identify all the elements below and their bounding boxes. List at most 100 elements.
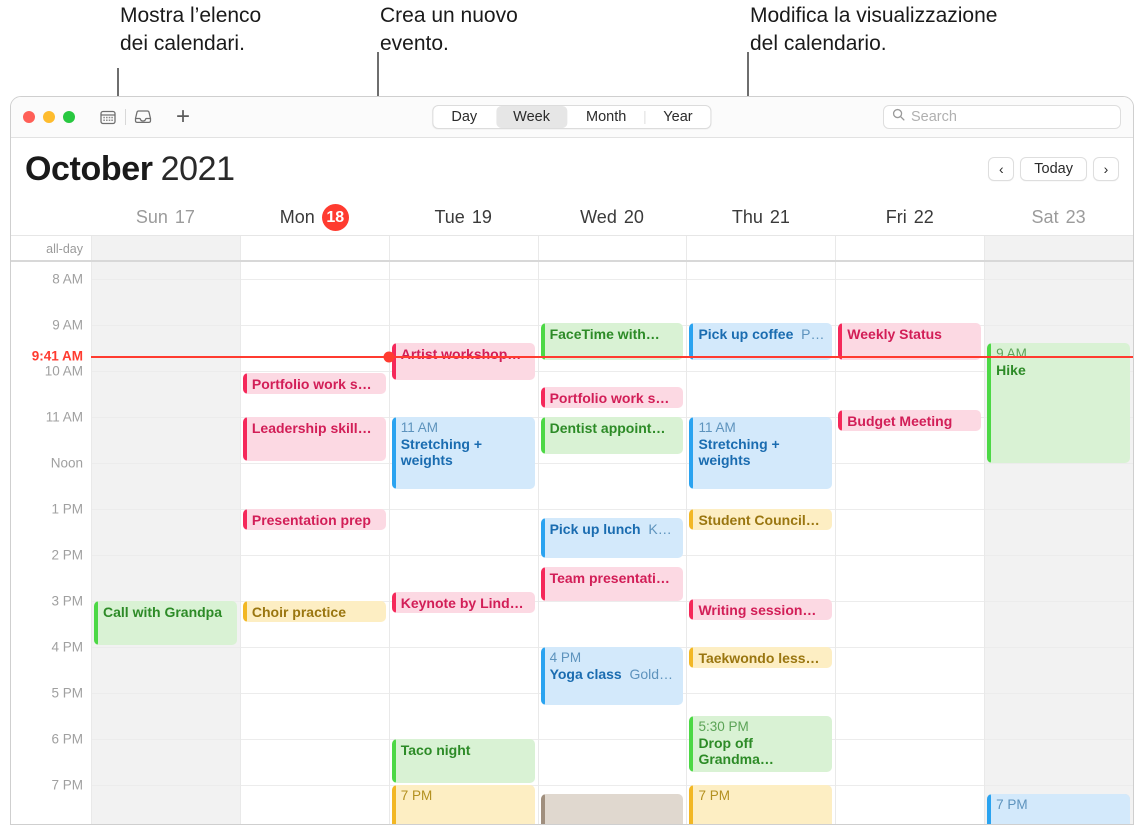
day-header-mon[interactable]: Mon 18 <box>240 204 389 231</box>
time-label: 2 PM <box>51 547 83 563</box>
calendar-event[interactable]: 11 AM Stretching + weights <box>689 417 833 489</box>
tab-month[interactable]: Month <box>569 106 643 128</box>
day-column-mon[interactable]: Portfolio work s… Leadership skill… Presen… <box>239 262 389 824</box>
calendar-event[interactable]: 7 PM <box>689 785 833 824</box>
all-day-cell[interactable] <box>686 236 835 260</box>
day-name: Wed <box>580 207 617 227</box>
hour-gridline <box>389 555 538 556</box>
calendar-event[interactable]: Pick up lunch K… <box>540 518 684 558</box>
all-day-cell[interactable] <box>388 236 538 260</box>
hour-gridline <box>92 785 240 786</box>
tab-day[interactable]: Day <box>434 106 494 128</box>
tab-year[interactable]: Year <box>646 106 709 128</box>
hour-gridline <box>836 785 985 786</box>
calendar-event[interactable] <box>540 794 684 824</box>
calendar-event[interactable]: Keynote by Lind… <box>391 591 535 613</box>
event-color-bar <box>540 322 545 360</box>
day-header-tue[interactable]: Tue 19 <box>389 204 538 231</box>
calendar-event[interactable]: Leadership skill… <box>242 417 386 461</box>
day-column-sat[interactable]: 9 AMHike7 PM7 PM <box>984 262 1133 824</box>
day-name: Fri <box>885 207 907 227</box>
all-day-cell[interactable] <box>984 236 1133 260</box>
calendar-event[interactable]: Call with Grandpa <box>94 601 237 645</box>
event-title: Weekly Status <box>847 325 942 342</box>
day-header-sat[interactable]: Sat 23 <box>984 204 1133 231</box>
event-title: FaceTime with… <box>549 325 660 342</box>
close-button[interactable] <box>23 111 35 123</box>
calendar-event[interactable]: Presentation prep <box>242 509 386 530</box>
event-color-bar <box>94 601 98 645</box>
day-column-thu[interactable]: Pick up coffee P… 11 AM Stretching + weigh… <box>686 262 836 824</box>
calendar-event[interactable]: Student Council… <box>689 509 833 530</box>
hour-gridline <box>985 693 1133 694</box>
day-column-tue[interactable]: Artist workshop… 11 AM Stretching + weight… <box>388 262 538 824</box>
event-time: 7 PM <box>698 788 730 803</box>
minimize-button[interactable] <box>43 111 55 123</box>
next-week-button[interactable]: › <box>1093 157 1119 181</box>
event-color-bar <box>391 417 396 489</box>
calendar-titlebar: October 2021 ‹ Today › <box>11 138 1133 200</box>
event-color-bar <box>540 794 545 824</box>
current-time-dot <box>383 351 395 363</box>
calendar-event[interactable]: Writing session… <box>689 598 833 620</box>
calendar-event[interactable]: 5:30 PM Drop off Grandma… <box>689 716 833 772</box>
event-color-bar <box>391 591 396 613</box>
all-day-cell[interactable] <box>835 236 984 260</box>
day-column-wed[interactable]: FaceTime with… Portfolio work s… Dentist a… <box>537 262 687 824</box>
day-columns: Call with Grandpa Portfolio work s… Leader… <box>91 262 1133 824</box>
calendar-event[interactable]: Pick up coffee P… <box>689 322 833 360</box>
event-color-bar <box>540 387 545 409</box>
event-time: 11 AM <box>400 420 438 435</box>
add-event-button[interactable]: + <box>172 105 194 129</box>
calendar-event[interactable]: Artist workshop… <box>391 343 535 381</box>
day-column-fri[interactable]: Weekly Status Budget Meeting <box>835 262 985 824</box>
all-day-cell[interactable] <box>91 236 240 260</box>
hour-gridline <box>240 325 389 326</box>
event-color-bar <box>242 509 247 530</box>
calendar-icon[interactable] <box>97 106 119 128</box>
maximize-button[interactable] <box>63 111 75 123</box>
hour-gridline <box>92 739 240 740</box>
calendar-event[interactable]: Taco night <box>391 739 535 783</box>
calendar-event[interactable]: Portfolio work s… <box>242 373 386 395</box>
event-title: Portfolio work s… <box>251 376 372 393</box>
tab-week[interactable]: Week <box>496 106 567 128</box>
calendar-event[interactable]: FaceTime with… <box>540 322 684 360</box>
calendar-event[interactable]: Weekly Status <box>838 322 982 360</box>
day-header-fri[interactable]: Fri 22 <box>835 204 984 231</box>
calendar-event[interactable]: Dentist appoint… <box>540 417 684 455</box>
calendar-event[interactable]: 9 AM Hike <box>987 343 1131 464</box>
event-title: Taekwondo less… <box>698 650 820 666</box>
time-label: 9 AM <box>52 317 83 333</box>
inbox-icon[interactable] <box>132 106 154 128</box>
calendar-event[interactable]: Choir practice <box>242 601 386 622</box>
calendar-event[interactable]: Taekwondo less… <box>689 647 833 668</box>
hour-gridline <box>240 463 389 464</box>
previous-week-button[interactable]: ‹ <box>988 157 1015 181</box>
calendar-event[interactable]: Portfolio work s… <box>540 387 684 409</box>
today-button[interactable]: Today <box>1020 157 1087 181</box>
event-title: Drop off Grandma… <box>698 735 774 767</box>
calendar-event[interactable]: 7 PM <box>987 794 1131 824</box>
time-label: 7 PM <box>51 777 83 793</box>
hour-gridline <box>836 647 985 648</box>
day-header-sun[interactable]: Sun 17 <box>91 204 240 231</box>
hour-gridline <box>538 463 687 464</box>
calendar-event[interactable]: Team presentati… <box>540 566 684 602</box>
all-day-cell[interactable] <box>537 236 687 260</box>
search-field[interactable]: Search <box>883 105 1121 129</box>
day-header-thu[interactable]: Thu 21 <box>686 204 835 231</box>
hour-gridline <box>92 325 240 326</box>
time-label: 6 PM <box>51 731 83 747</box>
day-header-wed[interactable]: Wed 20 <box>538 204 687 231</box>
event-title: Taco night <box>400 742 471 758</box>
day-column-sun[interactable]: Call with Grandpa <box>91 262 240 824</box>
all-day-cell[interactable] <box>239 236 389 260</box>
time-grid: 8 AM 9 AM 10 AM 11 AM Noon 1 PM 2 PM 3 PM 4 PM 5 … <box>11 262 1133 824</box>
calendar-event[interactable]: 7 PM <box>391 785 535 824</box>
event-color-bar <box>689 647 694 668</box>
calendar-event[interactable]: Budget Meeting <box>838 410 982 432</box>
calendar-event[interactable]: 11 AM Stretching + weights <box>391 417 535 489</box>
calendar-event[interactable]: 4 PM Yoga class Gold… <box>540 647 684 705</box>
view-segmented-control[interactable]: Day Week Month Year <box>432 105 712 129</box>
